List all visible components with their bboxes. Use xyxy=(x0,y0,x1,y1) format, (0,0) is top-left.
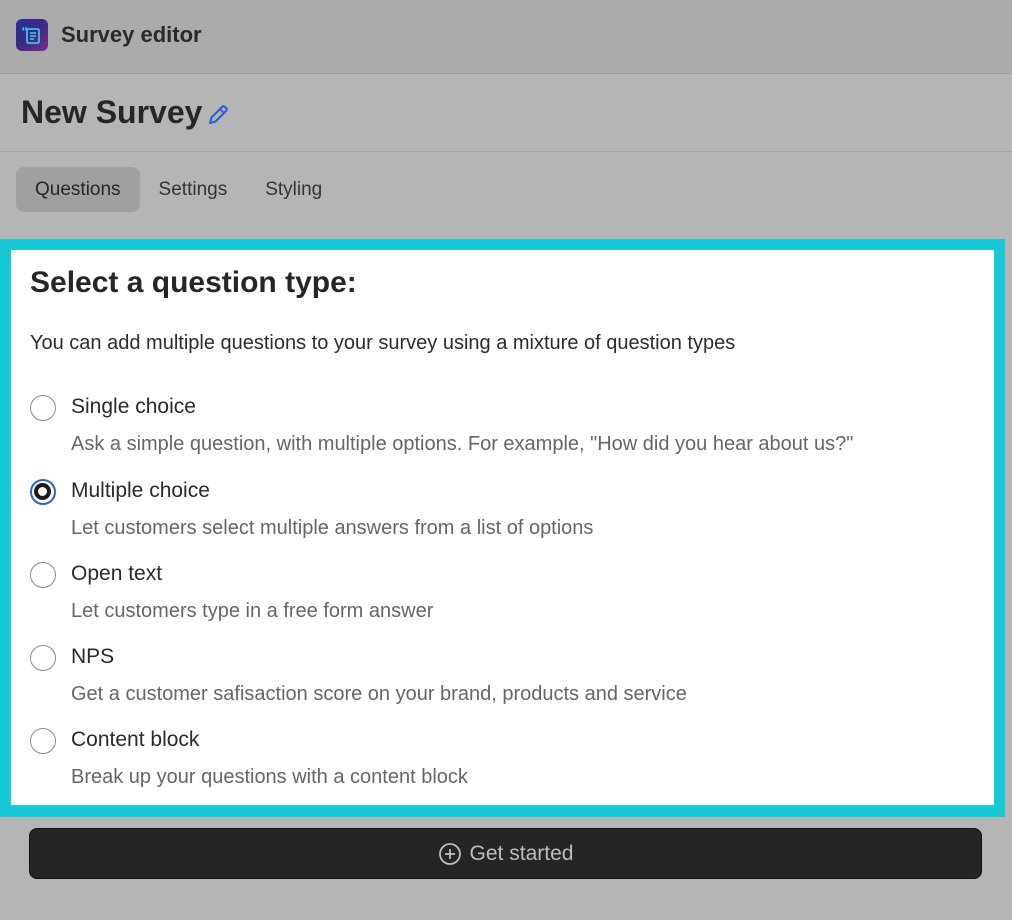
option-description: Get a customer safisaction score on your… xyxy=(71,683,687,705)
pencil-edit-icon[interactable] xyxy=(205,102,231,128)
app-titlebar: “ Survey editor xyxy=(0,0,1012,74)
tab-styling[interactable]: Styling xyxy=(246,167,341,212)
app-title: Survey editor xyxy=(61,22,202,47)
get-started-button[interactable]: Get started xyxy=(29,828,982,879)
radio-multiple-choice[interactable] xyxy=(30,479,56,505)
survey-app-icon: “ xyxy=(16,19,48,51)
editor-tabs: Questions Settings Styling xyxy=(16,167,341,212)
question-type-panel: Select a question type: You can add mult… xyxy=(11,250,994,805)
option-description: Let customers select multiple answers fr… xyxy=(71,517,594,539)
survey-header: New Survey xyxy=(0,74,1012,152)
panel-subtext: You can add multiple questions to your s… xyxy=(30,332,736,354)
tab-questions[interactable]: Questions xyxy=(16,167,140,212)
option-description: Ask a simple question, with multiple opt… xyxy=(71,433,854,455)
option-label: Content block xyxy=(71,728,200,751)
option-label: Multiple choice xyxy=(71,479,210,502)
get-started-label: Get started xyxy=(469,841,574,865)
option-label: Open text xyxy=(71,562,163,585)
radio-open-text[interactable] xyxy=(30,562,56,588)
plus-circle-icon xyxy=(438,842,461,865)
panel-heading: Select a question type: xyxy=(30,266,357,299)
survey-title: New Survey xyxy=(21,94,203,130)
radio-nps[interactable] xyxy=(30,645,56,671)
option-multiple-choice[interactable]: Multiple choice Let customers select mul… xyxy=(30,479,970,559)
option-description: Let customers type in a free form answer xyxy=(71,600,434,622)
option-description: Break up your questions with a content b… xyxy=(71,766,468,788)
option-label: NPS xyxy=(71,645,115,668)
option-content-block[interactable]: Content block Break up your questions wi… xyxy=(30,728,970,808)
option-label: Single choice xyxy=(71,395,196,418)
radio-single-choice[interactable] xyxy=(30,395,56,421)
tab-settings[interactable]: Settings xyxy=(140,167,247,212)
radio-content-block[interactable] xyxy=(30,728,56,754)
option-single-choice[interactable]: Single choice Ask a simple question, wit… xyxy=(30,395,970,475)
option-nps[interactable]: NPS Get a customer safisaction score on … xyxy=(30,645,970,725)
option-open-text[interactable]: Open text Let customers type in a free f… xyxy=(30,562,970,642)
